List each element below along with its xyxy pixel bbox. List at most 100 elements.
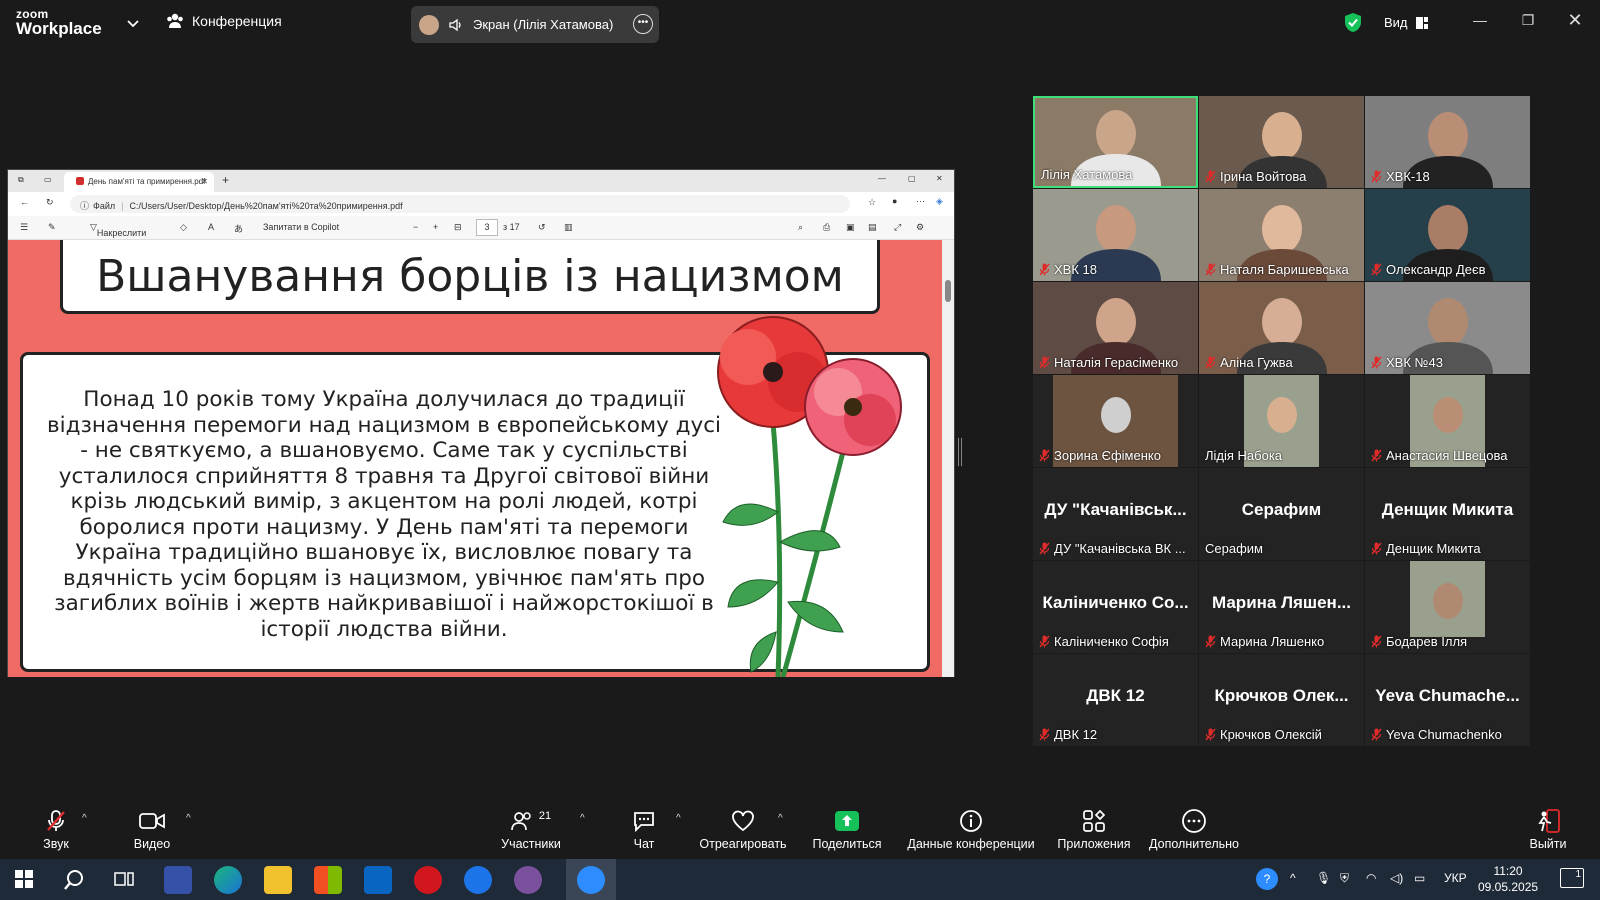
participant-tile[interactable]: ХВК №43 (1365, 282, 1530, 374)
teamviewer-icon[interactable] (464, 866, 492, 894)
participant-tile[interactable]: Лілія Хатамова (1033, 96, 1198, 188)
view-button[interactable]: Вид (1384, 15, 1428, 30)
edge-browser-icon[interactable] (214, 866, 242, 894)
opera-icon[interactable] (414, 866, 442, 894)
fit-icon[interactable]: ⊟ (454, 222, 462, 233)
save-as-icon[interactable]: ▤ (868, 222, 877, 233)
scroll-thumb[interactable] (945, 280, 951, 302)
copilot-icon[interactable]: ◈ (936, 196, 943, 207)
participant-tile[interactable]: Наталія Герасіменко (1033, 282, 1198, 374)
highlight-icon[interactable]: ✎ (48, 222, 56, 233)
floppy-app-icon[interactable] (164, 866, 192, 894)
minimize-icon[interactable]: — (878, 174, 886, 183)
apps-button[interactable]: Приложения (1054, 809, 1134, 851)
close-icon[interactable]: ✕ (201, 177, 208, 186)
participant-tile[interactable]: Зорина Єфіменко (1033, 375, 1198, 467)
settings-icon[interactable]: ⚙ (916, 222, 924, 233)
audio-button[interactable]: Звук (36, 809, 76, 851)
participant-tile[interactable]: Аліна Гужва (1199, 282, 1364, 374)
participant-tile[interactable]: Марина Ляшен... Марина Ляшенко (1199, 561, 1364, 653)
participant-tile[interactable]: Ірина Войтова (1199, 96, 1364, 188)
battery-icon[interactable]: ▭ (1414, 871, 1425, 885)
search-icon[interactable] (63, 869, 85, 891)
close-icon[interactable]: ✕ (1565, 10, 1585, 31)
menu-icon[interactable]: ··· (916, 196, 925, 206)
chevron-down-icon[interactable] (126, 16, 140, 30)
restore-icon[interactable]: ❐ (1518, 12, 1538, 29)
zoom-in-icon[interactable]: + (433, 222, 438, 232)
search-icon[interactable]: ⌕ (798, 222, 803, 233)
video-options-icon[interactable]: ^ (186, 813, 191, 824)
refresh-icon[interactable]: ↻ (46, 197, 54, 208)
video-button[interactable]: Видео (130, 809, 174, 851)
fullscreen-icon[interactable]: ⤢ (894, 222, 901, 233)
notifications-icon[interactable]: 1 (1560, 868, 1584, 888)
viber-icon[interactable] (514, 866, 542, 894)
rotate-icon[interactable]: ↺ (538, 222, 546, 233)
participant-tile[interactable]: Лідія Набока (1199, 375, 1364, 467)
windows-start-icon[interactable] (15, 870, 33, 888)
wifi-icon[interactable]: ◠ (1366, 871, 1376, 885)
volume-icon[interactable]: ◁) (1390, 871, 1403, 885)
react-button[interactable]: Отреагировать (698, 809, 788, 851)
clock[interactable]: 11:20 09.05.2025 (1478, 863, 1538, 895)
audio-options-icon[interactable]: ^ (82, 813, 87, 824)
new-tab-icon[interactable]: + (222, 173, 229, 187)
scrollbar[interactable] (942, 240, 954, 677)
participant-tile[interactable]: Наталя Баришевська (1199, 189, 1364, 281)
participant-tile[interactable]: ДВК 12 ДВК 12 (1033, 654, 1198, 746)
more-icon[interactable]: ••• (633, 14, 653, 34)
chat-options-icon[interactable]: ^ (676, 813, 681, 824)
favorites-icon[interactable]: ☆ (868, 197, 876, 208)
close-icon[interactable]: ✕ (936, 174, 943, 183)
tabs-icon[interactable]: ▭ (44, 175, 52, 184)
microsoft-store-icon[interactable] (314, 866, 342, 894)
participant-tile[interactable]: Анастасия Швецова (1365, 375, 1530, 467)
workspace-icon[interactable]: ⧉ (18, 175, 24, 185)
profile-icon[interactable]: ● (892, 196, 897, 206)
contents-icon[interactable]: ☰ (20, 222, 28, 233)
browser-tab[interactable]: День пам'яті та примирення.pdf ✕ (64, 172, 214, 192)
leave-button[interactable]: Выйти (1528, 809, 1568, 851)
help-icon[interactable]: ? (1256, 868, 1278, 890)
zoom-out-icon[interactable]: − (413, 222, 418, 232)
save-icon[interactable]: ▣ (846, 222, 855, 233)
tray-expand-icon[interactable]: ^ (1290, 871, 1296, 885)
participant-tile[interactable]: Денщик Микита Денщик Микита (1365, 468, 1530, 560)
participant-tile[interactable]: ХВК 18 (1033, 189, 1198, 281)
shield-icon[interactable] (1344, 12, 1362, 33)
address-bar[interactable]: ⓘ Файл | C:/Users/User/Desktop/День%20пам'я… (70, 195, 850, 213)
participants-options-icon[interactable]: ^ (580, 813, 585, 824)
task-view-icon[interactable] (114, 870, 134, 888)
print-icon[interactable]: ⎙ (823, 222, 830, 233)
language-indicator[interactable]: УКР (1444, 871, 1467, 885)
meeting-info-button[interactable]: Данные конференции (904, 809, 1038, 851)
restore-icon[interactable]: ▢ (908, 174, 916, 183)
outlook-icon[interactable] (364, 866, 392, 894)
participant-tile[interactable]: Серафим Серафим (1199, 468, 1364, 560)
participant-tile[interactable]: Олександр Деєв (1365, 189, 1530, 281)
participant-tile[interactable]: Крючков Олек... Крючков Олексій (1199, 654, 1364, 746)
translate-icon[interactable]: あ (234, 222, 243, 235)
back-icon[interactable]: ← (20, 197, 29, 207)
participant-tile[interactable]: Yeva Chumache... Yeva Chumachenko (1365, 654, 1530, 746)
copilot-ask-button[interactable]: Запитати в Copilot (263, 222, 339, 232)
share-button[interactable]: Поделиться (810, 809, 884, 851)
page-number-input[interactable]: 3 (476, 219, 498, 236)
file-explorer-icon[interactable] (264, 866, 292, 894)
read-aloud-icon[interactable]: A (208, 222, 214, 232)
screen-share-indicator[interactable]: Экран (Лілія Хатамова) ••• (411, 6, 659, 43)
participant-tile[interactable]: Бодарев Ілля (1365, 561, 1530, 653)
participant-tile[interactable]: Каліниченко Со... Каліниченко Софія (1033, 561, 1198, 653)
eraser-icon[interactable]: ◇ (180, 222, 187, 233)
minimize-icon[interactable]: — (1470, 12, 1490, 28)
participant-tile[interactable]: ДУ "Качанівськ... ДУ "Качанівська ВК ... (1033, 468, 1198, 560)
zoom-taskbar-active[interactable] (566, 859, 616, 900)
meeting-menu[interactable]: Конференция (166, 13, 282, 29)
participant-tile[interactable]: ХВК-18 (1365, 96, 1530, 188)
security-icon[interactable]: ⛨ (1340, 871, 1349, 886)
resize-handle[interactable] (958, 438, 962, 466)
microphone-icon[interactable]: 🎙 (1316, 871, 1331, 885)
more-button[interactable]: Дополнительно (1146, 809, 1242, 851)
draw-button[interactable]: ▽ Накреслити (90, 222, 146, 238)
